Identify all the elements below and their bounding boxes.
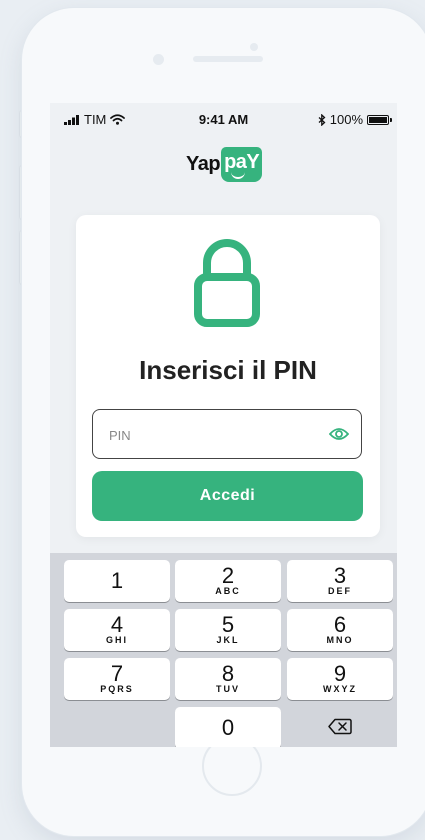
app-logo: Yap paY — [186, 147, 263, 187]
login-card: Inserisci il PIN Accedi — [76, 215, 380, 537]
key-number: 4 — [110, 612, 124, 637]
numeric-keypad: 1 2 ABC 3 DEF 4 GHI 5 JKL 6 MNO 7 PQRS 8… — [50, 553, 397, 747]
key-letters: PQRS — [100, 684, 134, 694]
delete-key[interactable] — [287, 707, 393, 747]
key-number: 7 — [110, 661, 124, 686]
key-letters: ABC — [215, 586, 241, 596]
key-number: 6 — [333, 612, 347, 637]
battery-percent: 100% — [329, 112, 363, 127]
key-number: 0 — [221, 715, 235, 740]
key-letters: JKL — [216, 635, 240, 645]
key-letters: MNO — [326, 635, 354, 645]
earpiece-speaker — [193, 56, 263, 62]
key-number: 5 — [221, 612, 235, 637]
battery-icon — [367, 114, 392, 125]
bluetooth-icon — [318, 113, 326, 126]
status-bar: TIM 9:41 AM 100% — [50, 103, 397, 133]
logo-text-part1: Yap — [186, 153, 221, 175]
key-number: 2 — [221, 563, 235, 588]
key-7[interactable]: 7 PQRS — [64, 658, 170, 700]
key-letters: TUV — [216, 684, 240, 694]
page-title: Inserisci il PIN — [139, 355, 317, 385]
screen: TIM 9:41 AM 100% Yap paY Inserisci il PI… — [50, 103, 397, 747]
key-number: 3 — [333, 563, 347, 588]
key-5[interactable]: 5 JKL — [175, 609, 281, 651]
backspace-icon — [328, 718, 352, 735]
login-button[interactable]: Accedi — [92, 471, 363, 521]
camera-dot — [250, 43, 258, 51]
key-letters: DEF — [328, 586, 352, 596]
key-6[interactable]: 6 MNO — [287, 609, 393, 651]
pin-field — [92, 409, 362, 460]
key-9[interactable]: 9 WXYZ — [287, 658, 393, 700]
key-number: 9 — [333, 661, 347, 686]
key-2[interactable]: 2 ABC — [175, 560, 281, 602]
eye-icon[interactable] — [329, 427, 349, 441]
key-1[interactable]: 1 — [64, 560, 170, 602]
key-8[interactable]: 8 TUV — [175, 658, 281, 700]
key-4[interactable]: 4 GHI — [64, 609, 170, 651]
pin-input[interactable] — [107, 410, 321, 460]
logo-text-part2: paY — [221, 147, 263, 182]
key-number: 8 — [221, 661, 235, 686]
key-letters: WXYZ — [323, 684, 357, 694]
key-0[interactable]: 0 — [175, 707, 281, 747]
status-right: 100% — [318, 112, 392, 127]
key-3[interactable]: 3 DEF — [287, 560, 393, 602]
key-number: 1 — [110, 568, 124, 593]
lock-icon — [194, 239, 260, 327]
front-camera — [153, 54, 164, 65]
key-letters: GHI — [105, 635, 128, 645]
